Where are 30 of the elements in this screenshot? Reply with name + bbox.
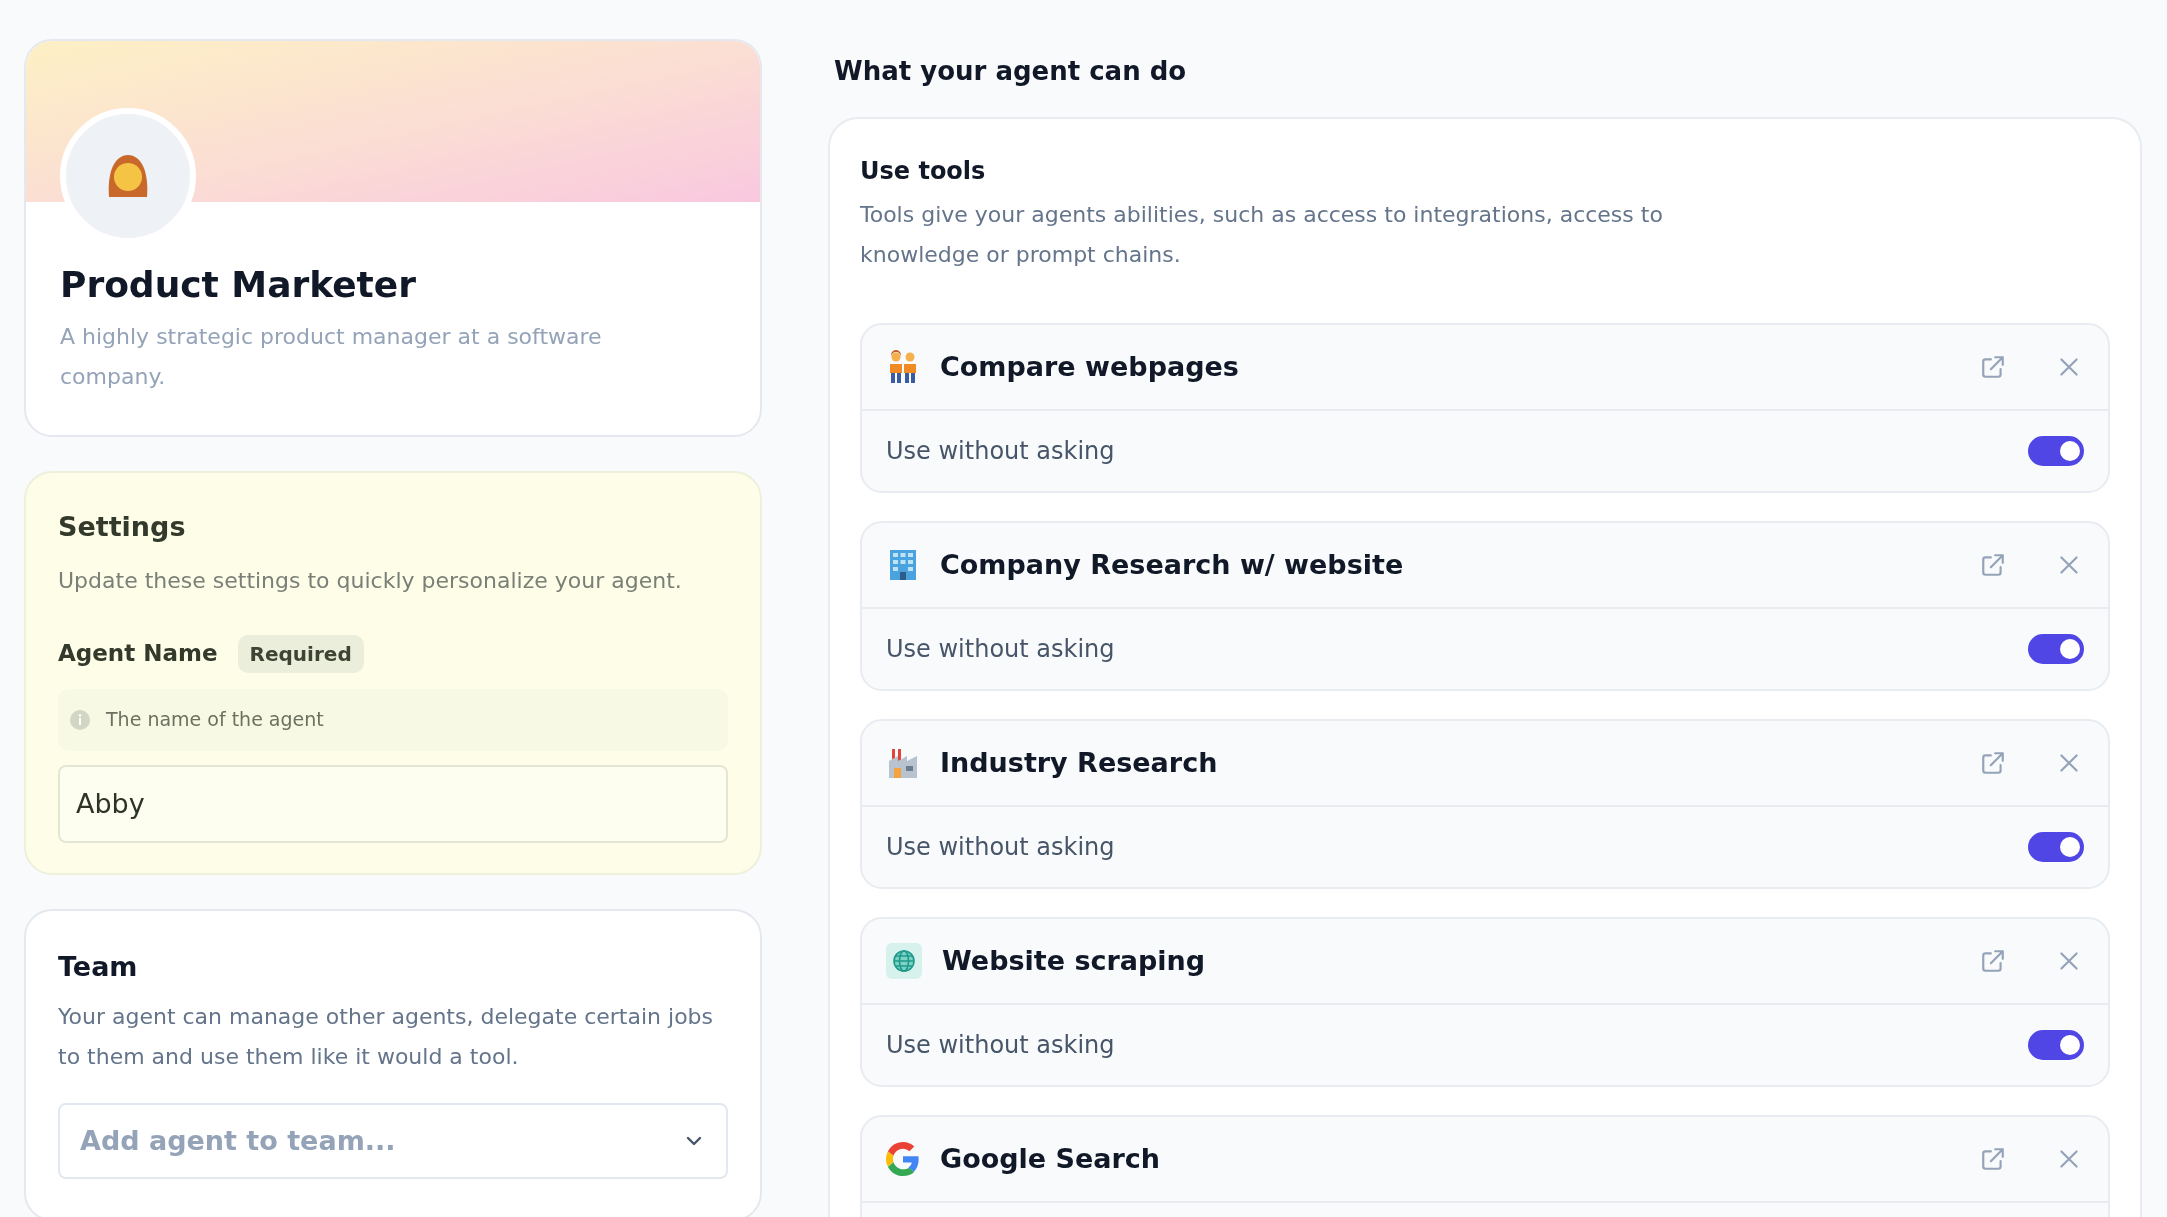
option-label: Use without asking <box>886 1030 1116 1061</box>
tools-title: Use tools <box>860 156 987 187</box>
section-heading: What your agent can do <box>834 55 1188 88</box>
tool-name: Compare webpages <box>940 349 1240 384</box>
google-logo-icon <box>886 1142 920 1176</box>
option-label: Use without asking <box>886 832 1116 863</box>
tool-name: Website scraping <box>942 943 1207 978</box>
tool-name: Industry Research <box>940 745 1219 780</box>
agent-title: Product Marketer <box>60 263 417 307</box>
toggle-switch[interactable] <box>2028 436 2084 466</box>
globe-icon <box>886 943 922 979</box>
field-label: Agent Name <box>58 639 218 669</box>
tool-name: Google Search <box>940 1141 1162 1176</box>
agent-description: A highly strategic product manager at a software company. <box>60 323 603 391</box>
required-badge: Required <box>237 634 364 673</box>
option-label: Use without asking <box>886 436 1116 467</box>
tools-description: Tools give your agents abilities, such as access to integrations, access to knowledge or prompt chains. <box>860 201 1664 269</box>
tool-name: Company Research w/ website <box>940 547 1405 582</box>
toggle-switch[interactable] <box>2028 1030 2084 1060</box>
team-description: Your agent can manage other agents, delegate certain jobs to them and use them like it would a tool. <box>58 1003 715 1071</box>
factory-icon <box>886 746 920 780</box>
info-icon <box>70 709 90 730</box>
toggle-switch[interactable] <box>2028 832 2084 862</box>
toggle-switch[interactable] <box>2028 634 2084 664</box>
option-label: Use without asking <box>886 634 1116 665</box>
team-title: Team <box>58 949 139 984</box>
settings-description: Update these settings to quickly personalize your agent. <box>58 566 683 595</box>
settings-title: Settings <box>58 510 187 544</box>
agent-name-field[interactable]: Abby <box>58 764 728 843</box>
field-hint: The name of the agent <box>106 707 324 733</box>
